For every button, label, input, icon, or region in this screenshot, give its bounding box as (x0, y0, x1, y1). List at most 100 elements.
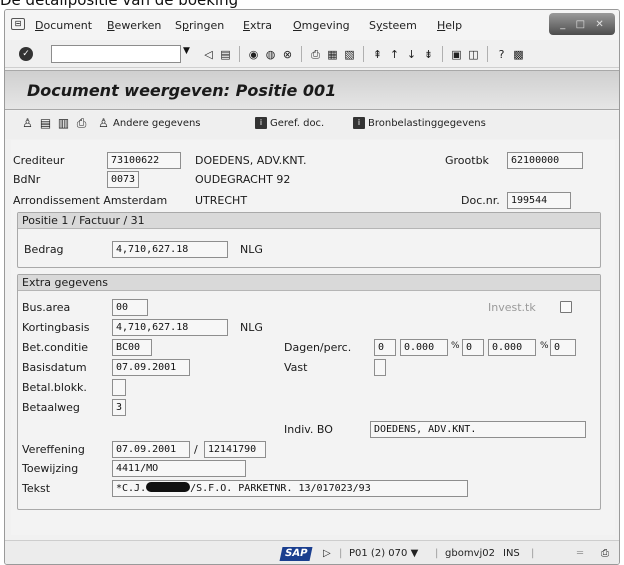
crediteur-label: Crediteur (13, 154, 65, 167)
application-toolbar: ♙ ▤ ▥ ⎙ ♙ Andere gegevens i Geref. doc. … (5, 111, 619, 139)
system-menu-icon[interactable]: ⊟ (11, 18, 25, 30)
back-icon[interactable]: ◁ (201, 47, 216, 62)
vereffening-doc-field[interactable]: 12141790 (204, 441, 266, 458)
bronbelasting-button[interactable]: i Bronbelastinggegevens (353, 117, 486, 129)
shortcut-icon[interactable]: ◫ (466, 47, 481, 62)
status-printer-icon[interactable]: ⎙ (601, 548, 609, 559)
menu-item-document[interactable]: Document (35, 19, 92, 32)
menu-item-systeem[interactable]: Systeem (369, 19, 417, 32)
back-nav-icon[interactable]: ◉ (246, 47, 261, 62)
grootbk-field[interactable]: 62100000 (507, 152, 583, 169)
pct-sign-1: % (451, 341, 460, 351)
command-dropdown-icon[interactable]: ▼ (183, 46, 190, 56)
dagen2-field[interactable]: 0 (462, 339, 484, 356)
busarea-field[interactable]: 00 (112, 299, 148, 316)
basisdatum-label: Basisdatum (22, 361, 87, 374)
first-page-icon[interactable]: ⇞ (370, 47, 385, 62)
menu-item-springen[interactable]: Springen (175, 19, 224, 32)
last-page-icon[interactable]: ⇟ (421, 47, 436, 62)
andere-gegevens-label: Andere gegevens (113, 117, 201, 129)
crediteur-name: DOEDENS, ADV.KNT. (195, 154, 307, 167)
docnr-label: Doc.nr. (461, 194, 500, 207)
basisdatum-field[interactable]: 07.09.2001 (112, 359, 190, 376)
person-icon: ♙ (98, 116, 109, 130)
positie-title: Positie 1 / Factuur / 31 (22, 214, 145, 227)
toolbar-icons: ◁ ▤ ◉ ◍ ⊗ ⎙ ▦ ▧ ⇞ ↑ ↓ ⇟ ▣ ◫ ? ▩ (201, 46, 526, 62)
busarea-label: Bus.area (22, 301, 71, 314)
main-screen: Crediteur 73100622 DOEDENS, ADV.KNT. Gro… (11, 140, 615, 535)
menu-item-extra[interactable]: Extra (243, 19, 272, 32)
arrondissement-label: Arrondissement Amsterdam (13, 194, 168, 207)
positie-group: Positie 1 / Factuur / 31 Bedrag 4,710,62… (17, 212, 601, 268)
bdnr-label: BdNr (13, 173, 41, 186)
docnr-field[interactable]: 199544 (507, 192, 571, 209)
menu-item-help[interactable]: Help (437, 19, 462, 32)
status-bar: SAP ▷ | P01 (2) 070 ▼ | gbomvj02 INS | ═… (5, 540, 619, 564)
bdnr-field[interactable]: 0073 (107, 171, 139, 188)
dagen1-field[interactable]: 0 (374, 339, 396, 356)
document-icon[interactable]: ▤ (39, 117, 52, 129)
next-page-icon[interactable]: ↓ (404, 47, 419, 62)
status-lock-icon: ═ (577, 548, 584, 559)
status-expand-icon[interactable]: ▷ (323, 548, 331, 559)
betaalweg-field[interactable]: 3 (112, 399, 126, 416)
maximize-icon[interactable]: □ (576, 19, 585, 30)
invest-checkbox[interactable] (560, 301, 572, 313)
tekst-suffix: /S.F.O. PARKETNR. 13/017023/93 (190, 483, 371, 494)
bedrag-currency: NLG (240, 243, 263, 256)
menu-item-omgeving[interactable]: Omgeving (293, 19, 350, 32)
print-icon[interactable]: ⎙ (308, 47, 323, 62)
overview-icon[interactable]: ▥ (57, 117, 70, 129)
status-system[interactable]: P01 (2) 070 ▼ (349, 548, 418, 559)
tekst-label: Tekst (22, 482, 51, 495)
sap-logo: SAP (279, 547, 313, 561)
find-icon[interactable]: ▦ (325, 47, 340, 62)
tekst-field[interactable]: *C.J. /S.F.O. PARKETNR. 13/017023/93 (112, 480, 468, 497)
display-icon[interactable]: ♙ (21, 117, 34, 129)
vast-label: Vast (284, 361, 308, 374)
system-text: P01 (2) 070 (349, 548, 408, 559)
extra-gegevens-group: Extra gegevens Bus.area 00 Invest.tk Kor… (17, 274, 601, 510)
extra-title: Extra gegevens (22, 276, 109, 289)
crediteur-field[interactable]: 73100622 (107, 152, 181, 169)
menu-item-bewerken[interactable]: Bewerken (107, 19, 161, 32)
cancel-icon[interactable]: ⊗ (280, 47, 295, 62)
close-icon[interactable]: ✕ (595, 19, 603, 30)
geref-doc-button[interactable]: i Geref. doc. (255, 117, 324, 129)
betalblokk-field[interactable] (112, 379, 126, 396)
exit-icon[interactable]: ◍ (263, 47, 278, 62)
new-session-icon[interactable]: ▣ (449, 47, 464, 62)
enter-icon[interactable]: ✓ (19, 47, 33, 61)
title-bar: Document weergeven: Positie 001 (5, 70, 619, 110)
command-field[interactable] (51, 45, 181, 63)
vereffening-separator: / (194, 443, 198, 456)
status-mode: INS (503, 548, 520, 559)
prev-page-icon[interactable]: ↑ (387, 47, 402, 62)
layout-icon[interactable]: ▩ (511, 47, 526, 62)
status-host: gbomvj02 (445, 548, 495, 559)
betconditie-field[interactable]: BC00 (112, 339, 152, 356)
bedrag-field[interactable]: 4,710,627.18 (112, 241, 228, 258)
street-text: OUDEGRACHT 92 (195, 173, 291, 186)
find-next-icon[interactable]: ▧ (342, 47, 357, 62)
perc2-field[interactable]: 0.000 (488, 339, 536, 356)
kortingbasis-field[interactable]: 4,710,627.18 (112, 319, 228, 336)
vast-field[interactable] (374, 359, 386, 376)
kortingbasis-currency: NLG (240, 321, 263, 334)
minimize-icon[interactable]: _ (560, 19, 565, 30)
perc1-field[interactable]: 0.000 (400, 339, 448, 356)
toewijzing-field[interactable]: 4411/MO (112, 460, 246, 477)
vereffening-date-field[interactable]: 07.09.2001 (112, 441, 190, 458)
betaalweg-label: Betaalweg (22, 401, 80, 414)
tekst-prefix: *C.J. (116, 483, 147, 494)
grootbk-label: Grootbk (445, 154, 489, 167)
dagen3-field[interactable]: 0 (550, 339, 576, 356)
toolbar-separator (442, 46, 443, 62)
help-icon[interactable]: ? (494, 47, 509, 62)
status-separator: | (435, 548, 439, 559)
save-icon[interactable]: ▤ (218, 47, 233, 62)
print-preview-icon[interactable]: ⎙ (75, 117, 88, 129)
sap-window: ⊟ Document Bewerken Springen Extra Omgev… (4, 9, 620, 565)
indivbo-field[interactable]: DOEDENS, ADV.KNT. (370, 421, 586, 438)
andere-gegevens-button[interactable]: ♙ Andere gegevens (97, 116, 201, 130)
